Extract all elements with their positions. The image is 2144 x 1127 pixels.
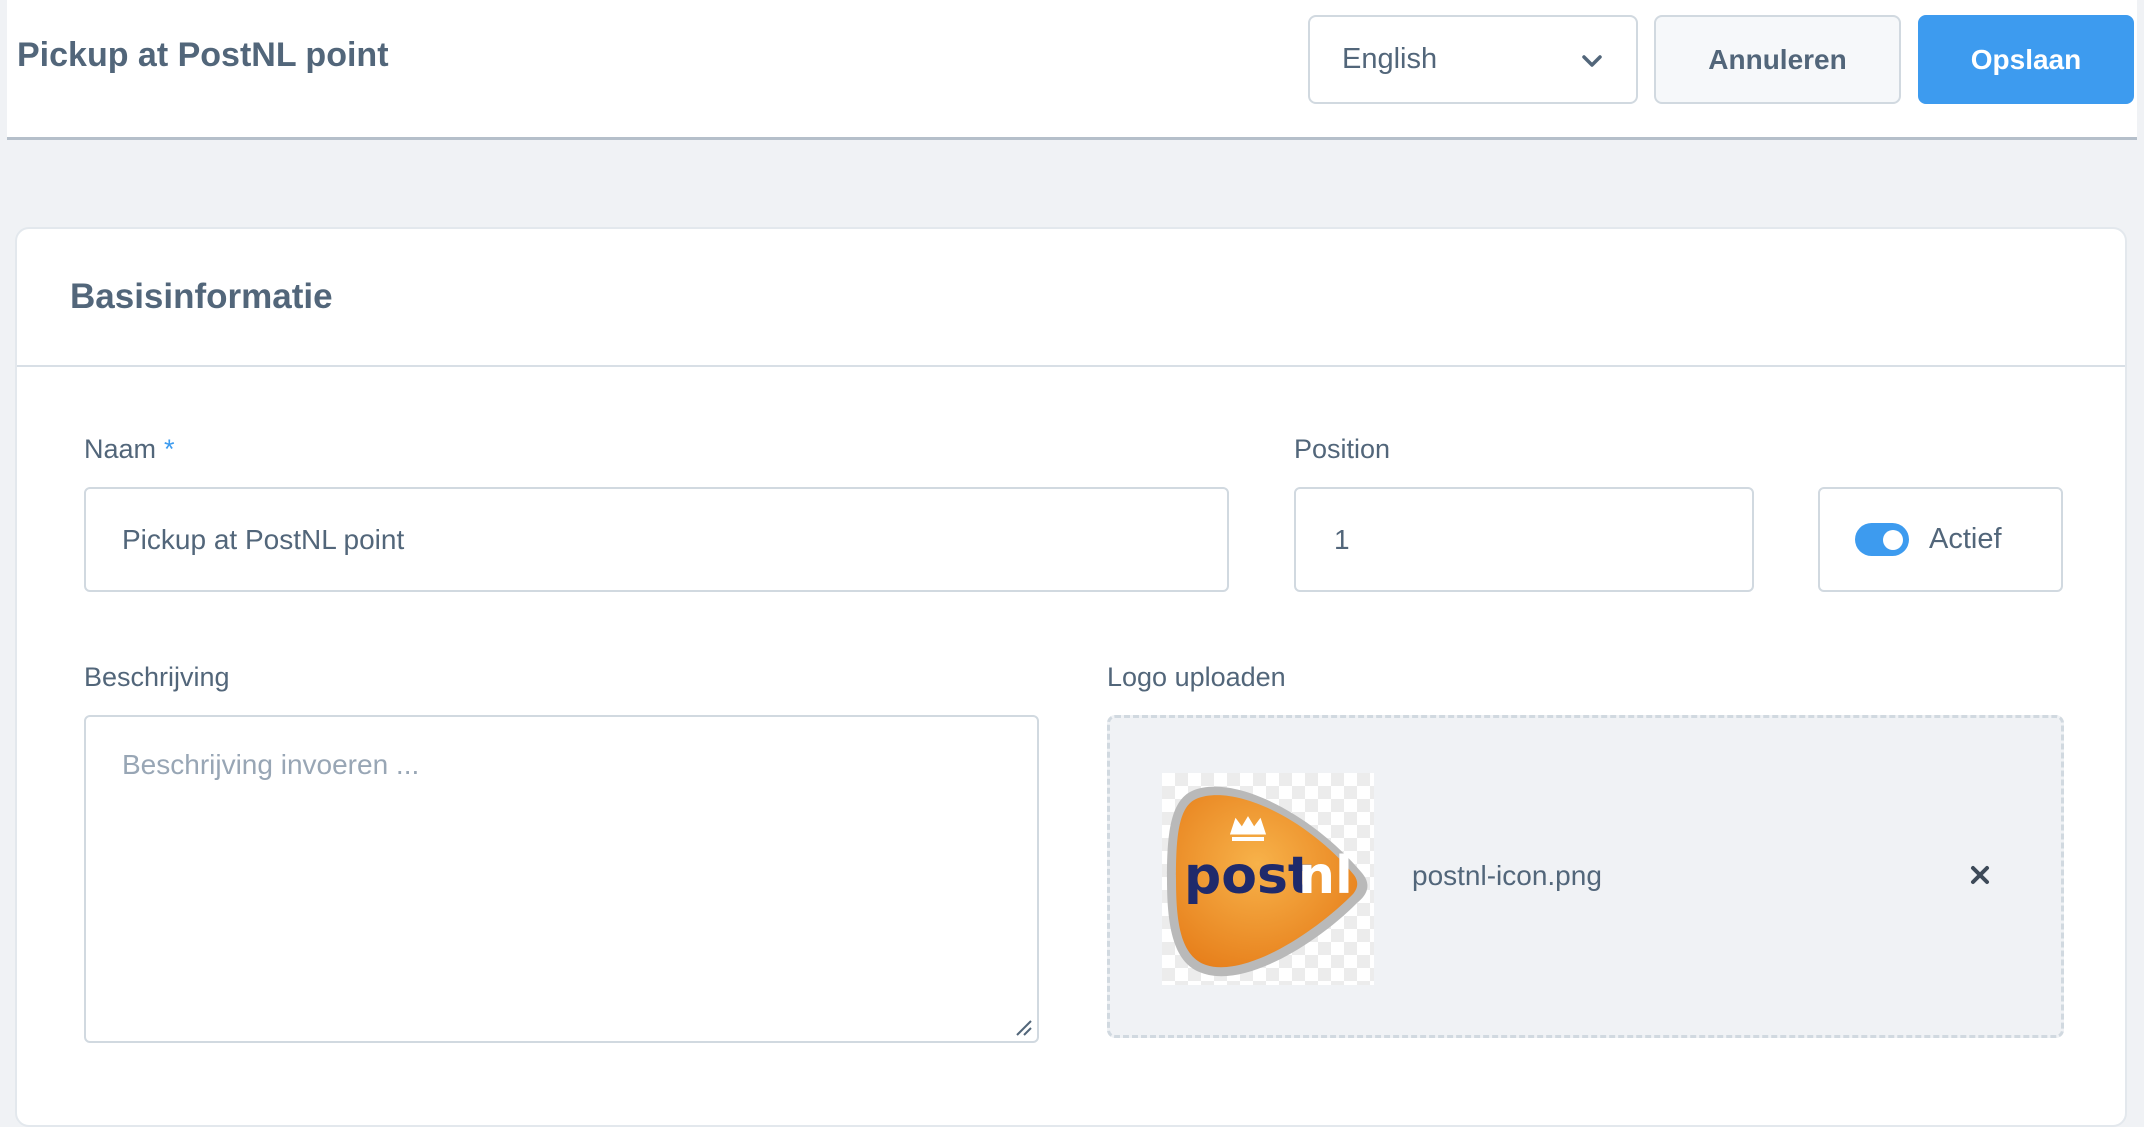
description-textarea[interactable]: Beschrijving invoeren ... xyxy=(84,715,1039,1043)
postnl-logo-thumbnail: post nl xyxy=(1162,773,1374,985)
name-label-text: Naam xyxy=(84,434,157,464)
save-button[interactable]: Opslaan xyxy=(1918,15,2134,104)
card-title: Basisinformatie xyxy=(70,277,333,316)
chevron-down-icon xyxy=(1582,55,1602,67)
active-toggle-box[interactable]: Actief xyxy=(1818,487,2063,592)
active-toggle-label: Actief xyxy=(1929,523,2002,555)
cancel-button[interactable]: Annuleren xyxy=(1654,15,1901,104)
required-marker: * xyxy=(164,434,175,464)
postnl-logo-icon: post nl xyxy=(1167,786,1368,977)
page-title: Pickup at PostNL point xyxy=(17,36,389,74)
close-icon[interactable] xyxy=(1967,862,1993,888)
description-placeholder: Beschrijving invoeren ... xyxy=(122,749,420,780)
position-input[interactable]: 1 xyxy=(1294,487,1754,592)
card-header: Basisinformatie xyxy=(17,229,2125,367)
description-label: Beschrijving xyxy=(84,662,230,692)
logo-text-post: post xyxy=(1184,846,1313,906)
basic-info-card: Basisinformatie Naam * Pickup at PostNL p… xyxy=(15,227,2127,1127)
toggle-knob xyxy=(1883,530,1903,550)
logo-upload-label: Logo uploaden xyxy=(1107,662,1286,692)
name-label: Naam * xyxy=(84,434,175,465)
resize-grip-icon[interactable] xyxy=(1013,1017,1033,1037)
language-select-value: English xyxy=(1342,43,1438,75)
uploaded-file-name: postnl-icon.png xyxy=(1412,860,1602,891)
active-toggle-switch[interactable] xyxy=(1855,523,1909,556)
top-bar: Pickup at PostNL point English Annuleren… xyxy=(7,0,2137,140)
logo-upload-dropzone[interactable]: post nl postnl-icon.png xyxy=(1107,715,2064,1038)
language-select[interactable]: English xyxy=(1308,15,1638,104)
position-label: Position xyxy=(1294,434,1391,464)
name-input[interactable]: Pickup at PostNL point xyxy=(84,487,1229,592)
logo-text-nl: nl xyxy=(1298,846,1353,906)
